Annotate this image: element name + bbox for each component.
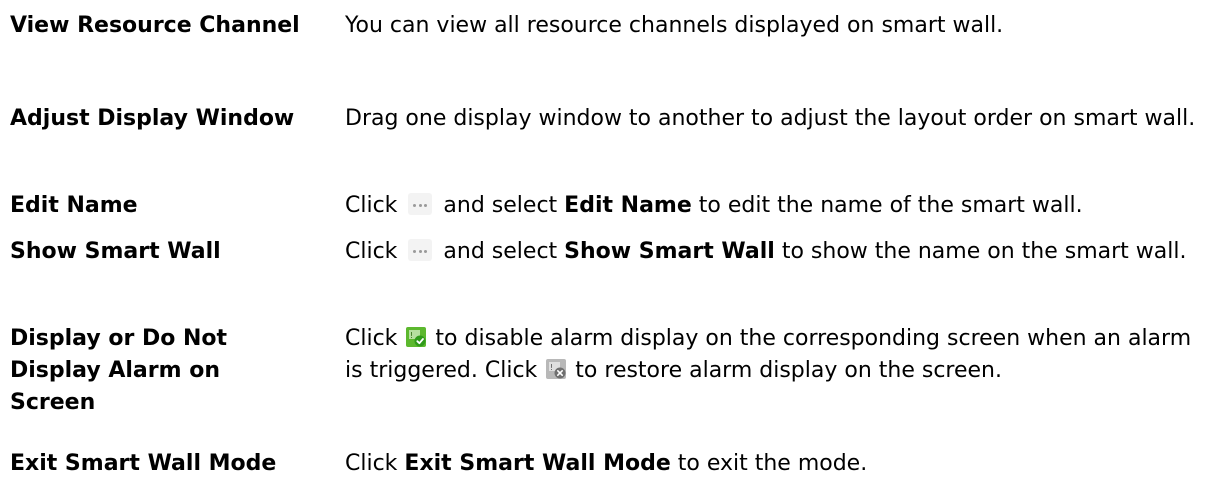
desc-text: Click [345,326,398,351]
row-description: Click and select Edit Name to edit the n… [345,190,1210,222]
desc-text: to exit the mode. [677,451,868,476]
row-term: View Resource Channel [10,13,300,38]
alarm-display-enabled-icon: ! [406,327,427,347]
row-term: Show Smart Wall [10,239,221,264]
row-term: Edit Name [10,193,138,218]
more-options-icon [408,193,433,215]
desc-text: Click [345,239,398,264]
desc-text: and select [443,239,558,264]
svg-text:!: ! [410,331,413,340]
desc-bold-text: Exit Smart Wall Mode [404,451,671,476]
row-term: Adjust Display Window [10,106,295,131]
row-term: Display or Do Not Display Alarm on Scree… [10,326,228,415]
desc-text: Click [345,193,398,218]
more-options-icon [408,239,433,261]
row-description: Click ! to disable alarm display on the … [345,323,1210,387]
row-term: Exit Smart Wall Mode [10,451,277,476]
desc-bold-text: Show Smart Wall [564,239,775,264]
desc-text: to restore alarm display on the screen. [575,358,1002,383]
desc-text: Click [345,451,398,476]
row-description: You can view all resource channels displ… [345,13,1004,38]
desc-bold-text: Edit Name [564,193,692,218]
desc-text: and select [443,193,558,218]
row-description: Click and select Show Smart Wall to show… [345,236,1210,268]
desc-text: to edit the name of the smart wall. [698,193,1083,218]
row-description: Click Exit Smart Wall Mode to exit the m… [345,448,1210,480]
svg-text:!: ! [550,363,553,372]
alarm-display-disabled-icon: ! [546,359,567,379]
row-description: Drag one display window to another to ad… [345,106,1196,131]
desc-text: to show the name on the smart wall. [781,239,1187,264]
